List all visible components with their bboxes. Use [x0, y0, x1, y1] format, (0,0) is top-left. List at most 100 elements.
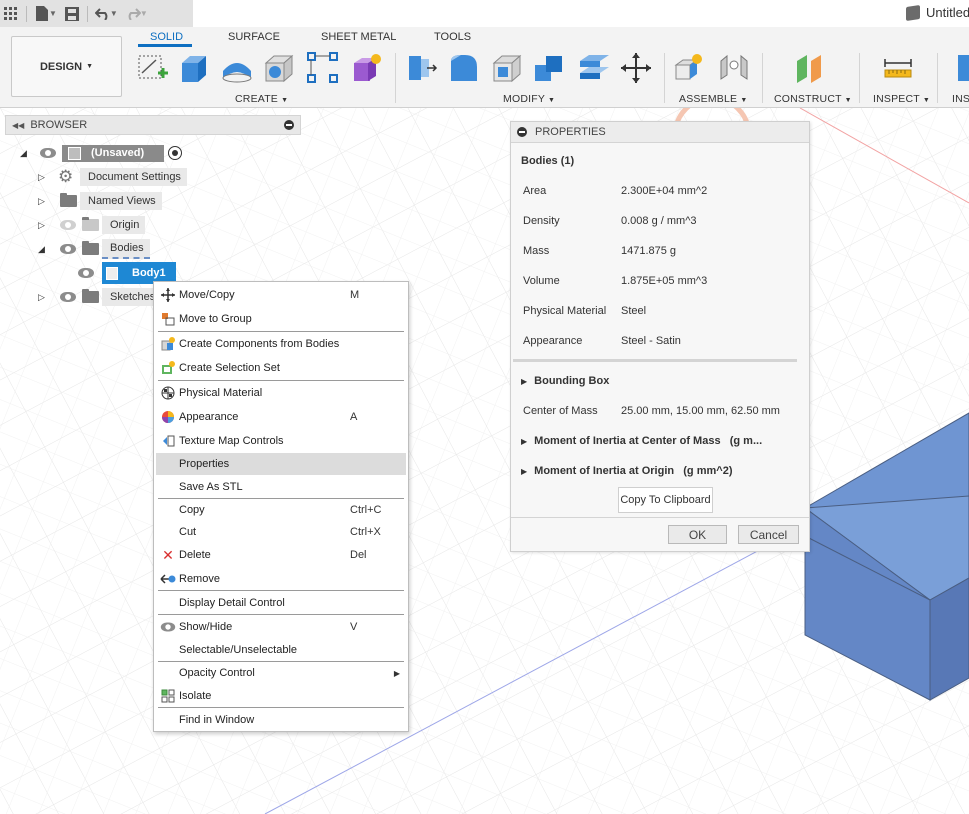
create-form-icon[interactable] [350, 51, 384, 85]
visibility-eye-icon[interactable] [60, 292, 76, 302]
joint-icon[interactable] [717, 51, 751, 85]
submenu-arrow-icon: ▶ [393, 668, 400, 678]
moi-center-toggle[interactable]: ▶ Moment of Inertia at Center of Mass (g … [521, 435, 762, 447]
menu-item-opacity-control[interactable]: Opacity Control ▶ [156, 662, 406, 684]
pattern-icon[interactable] [306, 51, 340, 85]
tab-sheet-metal[interactable]: SHEET METAL [321, 31, 396, 43]
body-icon [106, 266, 118, 280]
ok-button[interactable]: OK [668, 525, 727, 544]
menu-item-selectable[interactable]: Selectable/Unselectable [156, 639, 406, 661]
group-construct-label[interactable]: CONSTRUCT ▼ [774, 93, 852, 105]
menu-item-remove[interactable]: Remove [156, 568, 406, 590]
minimize-icon[interactable] [284, 120, 294, 130]
group-assemble-label[interactable]: ASSEMBLE ▼ [679, 93, 747, 105]
menu-item-create-components[interactable]: Create Components from Bodies [156, 333, 406, 355]
remove-icon [157, 573, 179, 585]
menu-item-display-detail-control[interactable]: Display Detail Control [156, 592, 406, 614]
offset-plane-icon[interactable] [793, 51, 827, 85]
divider [937, 53, 938, 103]
redo-chevron-icon[interactable]: ▼ [140, 9, 148, 18]
menu-item-move-copy[interactable]: Move/Copy M [156, 284, 406, 306]
menu-item-isolate[interactable]: Isolate [156, 685, 406, 707]
save-icon[interactable] [61, 3, 83, 25]
extrude-icon[interactable] [178, 51, 212, 85]
menu-item-find-in-window[interactable]: Find in Window [156, 709, 406, 731]
menu-label: Copy [179, 504, 205, 516]
menu-item-show-hide[interactable]: Show/Hide V [156, 616, 406, 638]
new-component-icon[interactable] [673, 51, 707, 85]
prop-label-density: Density [523, 215, 560, 227]
menu-item-physical-material[interactable]: Physical Material [156, 382, 406, 404]
collapsed-triangle-icon[interactable]: ▷ [38, 196, 50, 207]
undo-chevron-icon[interactable]: ▼ [110, 9, 118, 18]
shortcut-label: V [350, 621, 358, 633]
collapsed-triangle-icon[interactable]: ▷ [38, 220, 50, 231]
revolve-icon[interactable] [220, 51, 254, 85]
hidden-eye-icon[interactable] [60, 220, 76, 230]
combine-icon[interactable] [533, 51, 567, 85]
tree-root[interactable]: ◢ (Unsaved) [20, 143, 183, 163]
cancel-button[interactable]: Cancel [738, 525, 799, 544]
menu-label: Show/Hide [179, 621, 233, 633]
tab-surface[interactable]: SURFACE [228, 31, 280, 43]
tab-solid[interactable]: SOLID [150, 31, 183, 43]
browser-panel-header[interactable]: ◀◀ BROWSER [5, 115, 301, 135]
visibility-eye-icon[interactable] [60, 244, 76, 254]
properties-header[interactable]: PROPERTIES [511, 122, 809, 143]
collapsed-triangle-icon[interactable]: ▷ [38, 172, 50, 183]
move-icon [157, 288, 179, 302]
insert-icon[interactable] [954, 51, 969, 85]
activate-radio-icon[interactable] [168, 146, 183, 160]
center-of-mass-label: Center of Mass [523, 405, 598, 417]
tree-item-named-views[interactable]: ▷ Named Views [38, 191, 162, 211]
group-inspect-label[interactable]: INSPECT ▼ [873, 93, 930, 105]
tab-tools[interactable]: TOOLS [434, 31, 471, 43]
app-grid-icon[interactable] [0, 3, 22, 25]
properties-dialog: PROPERTIES Bodies (1) Area 2.300E+04 mm^… [510, 121, 810, 552]
offset-face-icon[interactable] [577, 51, 611, 85]
menu-item-delete[interactable]: ✕ Delete Del [156, 544, 406, 566]
menu-item-save-as-stl[interactable]: Save As STL [156, 476, 406, 498]
menu-label: Selectable/Unselectable [179, 644, 298, 656]
tree-item-document-settings[interactable]: ▷ ⚙ Document Settings [38, 167, 187, 187]
collapsed-triangle-icon[interactable]: ▷ [38, 292, 50, 303]
expanded-triangle-icon[interactable]: ◢ [20, 148, 32, 159]
file-menu-chevron-icon[interactable]: ▼ [49, 9, 57, 18]
shell-icon[interactable] [490, 51, 524, 85]
menu-label: Physical Material [179, 387, 263, 399]
expanded-triangle-icon[interactable]: ◢ [38, 244, 50, 255]
group-modify-label[interactable]: MODIFY ▼ [503, 93, 555, 105]
bounding-box-toggle[interactable]: ▶ Bounding Box [521, 375, 609, 387]
menu-item-properties[interactable]: Properties [156, 453, 406, 475]
menu-item-cut[interactable]: Cut Ctrl+X [156, 521, 406, 543]
menu-item-texture-map-controls[interactable]: Texture Map Controls [156, 430, 406, 452]
move-copy-icon[interactable] [619, 51, 653, 85]
menu-item-copy[interactable]: Copy Ctrl+C [156, 499, 406, 521]
fillet-icon[interactable] [447, 51, 481, 85]
workspace-switcher-button[interactable]: DESIGN ▼ [11, 36, 122, 97]
minimize-icon[interactable] [517, 127, 527, 137]
tree-item-bodies[interactable]: ◢ Bodies [38, 239, 150, 259]
tree-item-origin[interactable]: ▷ Origin [38, 215, 146, 235]
viewport-canvas[interactable] [0, 108, 969, 814]
visibility-eye-icon[interactable] [78, 268, 94, 278]
quick-access-bar: ▼ ▼ ▼ [0, 0, 193, 27]
bounding-box-label: Bounding Box [534, 375, 610, 387]
collapse-browser-icon[interactable]: ◀◀ [12, 121, 24, 130]
tree-item-body1[interactable]: Body1 [78, 262, 176, 284]
menu-item-create-selection-set[interactable]: Create Selection Set [156, 357, 406, 379]
hole-icon[interactable] [262, 51, 296, 85]
create-sketch-icon[interactable] [136, 51, 170, 85]
visibility-eye-icon[interactable] [40, 148, 56, 158]
menu-item-appearance[interactable]: Appearance A [156, 406, 406, 428]
group-insert-label[interactable]: INSE [952, 93, 969, 105]
menu-item-move-to-group[interactable]: Move to Group [156, 308, 406, 330]
moi-origin-toggle[interactable]: ▶ Moment of Inertia at Origin (g mm^2) [521, 465, 732, 477]
divider [86, 5, 88, 22]
measure-icon[interactable] [881, 51, 915, 85]
browser-title: BROWSER [30, 119, 88, 131]
copy-to-clipboard-button[interactable]: Copy To Clipboard [618, 487, 713, 513]
tree-item-sketches[interactable]: ▷ Sketches [38, 287, 162, 307]
press-pull-icon[interactable] [405, 51, 439, 85]
group-create-label[interactable]: CREATE ▼ [235, 93, 288, 105]
